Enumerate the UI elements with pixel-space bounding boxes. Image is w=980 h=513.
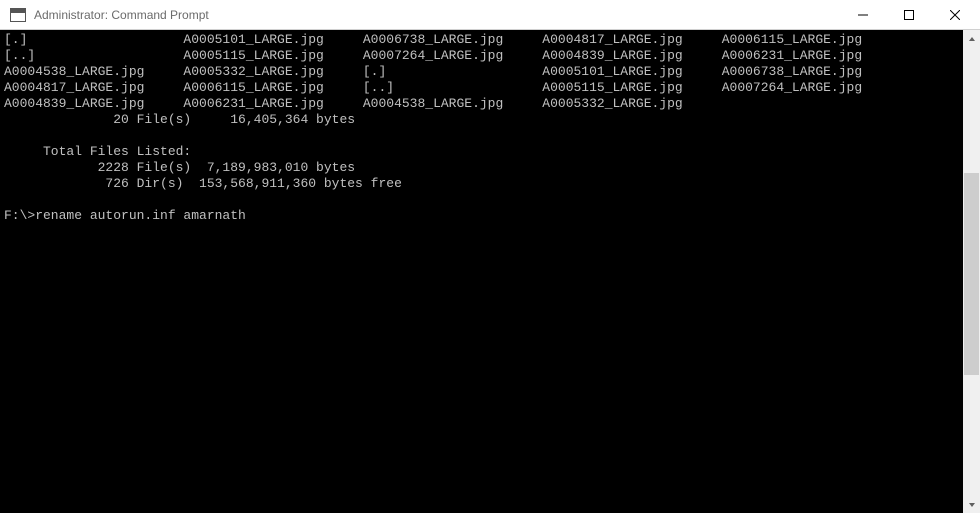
- chevron-up-icon: [968, 35, 976, 43]
- scroll-up-button[interactable]: [963, 30, 980, 47]
- close-button[interactable]: [932, 0, 978, 29]
- client-area: [.] A0005101_LARGE.jpg A0006738_LARGE.jp…: [0, 30, 980, 513]
- maximize-icon: [904, 10, 914, 20]
- chevron-down-icon: [968, 501, 976, 509]
- window-title: Administrator: Command Prompt: [32, 8, 840, 22]
- scroll-track[interactable]: [963, 47, 980, 496]
- close-icon: [950, 10, 960, 20]
- terminal-output[interactable]: [.] A0005101_LARGE.jpg A0006738_LARGE.jp…: [0, 30, 963, 513]
- cmd-icon: [10, 8, 26, 22]
- scroll-down-button[interactable]: [963, 496, 980, 513]
- window-controls: [840, 0, 978, 29]
- scroll-thumb[interactable]: [964, 173, 979, 375]
- maximize-button[interactable]: [886, 0, 932, 29]
- title-bar: Administrator: Command Prompt: [0, 0, 980, 30]
- minimize-button[interactable]: [840, 0, 886, 29]
- minimize-icon: [858, 10, 868, 20]
- scrollbar[interactable]: [963, 30, 980, 513]
